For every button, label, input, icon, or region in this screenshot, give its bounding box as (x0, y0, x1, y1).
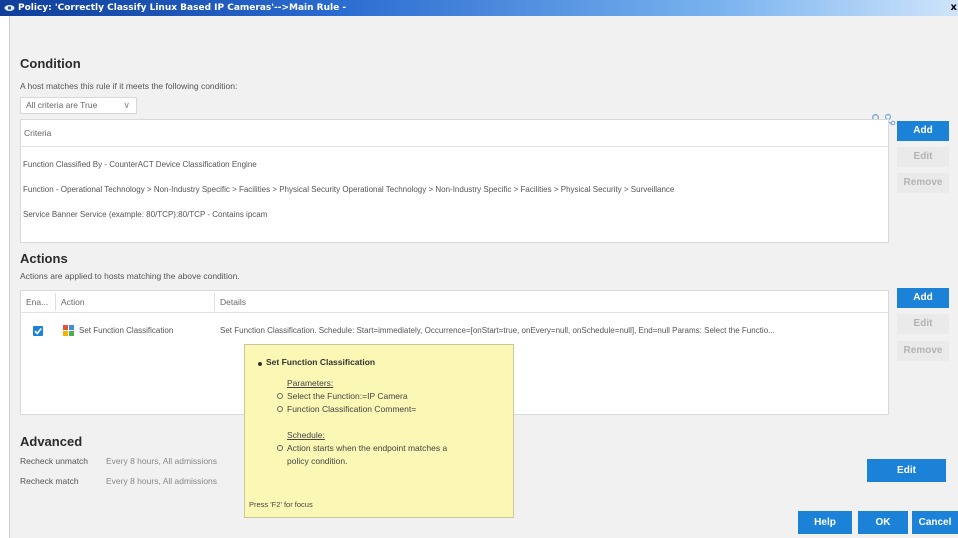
parameters-label: Parameters: (287, 378, 334, 388)
criteria-row[interactable]: Function - Operational Technology > Non-… (23, 185, 674, 194)
criteria-mode-value: All criteria are True (26, 100, 98, 110)
circle-bullet-icon (277, 406, 283, 412)
circle-bullet-icon (277, 445, 283, 451)
recheck-unmatch-value: Every 8 hours, All admissions (106, 456, 218, 466)
action-tooltip: Set Function Classification Parameters: … (244, 344, 514, 518)
action-details: Set Function Classification. Schedule: S… (220, 326, 775, 335)
column-divider (214, 293, 215, 311)
tooltip-title: Set Function Classification (266, 357, 376, 367)
condition-edit-button[interactable]: Edit (897, 147, 949, 167)
condition-description: A host matches this rule if it meets the… (20, 81, 238, 91)
condition-heading: Condition (20, 56, 81, 71)
title-bar: Policy: 'Correctly Classify Linux Based … (0, 0, 958, 16)
criteria-header: Criteria (21, 120, 888, 147)
actions-description: Actions are applied to hosts matching th… (20, 271, 240, 281)
condition-remove-button[interactable]: Remove (897, 173, 949, 193)
action-name: Set Function Classification (79, 326, 174, 335)
help-button[interactable]: Help (798, 511, 852, 534)
action-edit-button[interactable]: Edit (897, 314, 949, 334)
recheck-match-label: Recheck match (20, 476, 79, 486)
schedule-line-1: Action starts when the endpoint matches … (287, 443, 448, 453)
criteria-mode-select[interactable]: All criteria are True ∨ (20, 97, 137, 114)
circle-bullet-icon (277, 393, 283, 399)
criteria-row[interactable]: Service Banner Service (example: 80/TCP)… (23, 210, 267, 219)
tooltip-footer: Press 'F2' for focus (249, 500, 313, 509)
advanced-heading: Advanced (20, 434, 83, 449)
action-add-button[interactable]: Add (897, 288, 949, 308)
ok-button[interactable]: OK (858, 511, 908, 534)
window-title: Policy: 'Correctly Classify Linux Based … (18, 3, 347, 13)
policy-icon (4, 5, 15, 11)
classification-icon (63, 325, 74, 336)
advanced-edit-button[interactable]: Edit (867, 459, 946, 482)
action-remove-button[interactable]: Remove (897, 341, 949, 361)
column-divider (55, 293, 56, 311)
param-function: Select the Function:=IP Camera (287, 391, 408, 401)
criteria-table: Criteria Function Classified By - Counte… (20, 119, 889, 243)
actions-heading: Actions (20, 251, 68, 266)
actions-header: Ena... Action Details (21, 291, 888, 313)
recheck-match-value: Every 8 hours, All admissions (106, 476, 218, 486)
recheck-unmatch-label: Recheck unmatch (20, 456, 89, 466)
condition-add-button[interactable]: Add (897, 121, 949, 141)
enabled-checkbox[interactable] (33, 326, 43, 336)
column-details[interactable]: Details (220, 291, 246, 313)
column-action[interactable]: Action (61, 291, 85, 313)
schedule-label: Schedule: (287, 430, 325, 440)
close-icon[interactable]: x (951, 0, 957, 16)
column-enabled[interactable]: Ena... (26, 291, 48, 313)
bullet-icon (258, 362, 262, 366)
param-comment: Function Classification Comment= (287, 404, 417, 414)
chevron-down-icon: ∨ (123, 100, 130, 110)
schedule-line-2: policy condition. (287, 456, 348, 466)
criteria-row[interactable]: Function Classified By - CounterACT Devi… (23, 160, 257, 169)
cancel-button[interactable]: Cancel (912, 511, 958, 534)
